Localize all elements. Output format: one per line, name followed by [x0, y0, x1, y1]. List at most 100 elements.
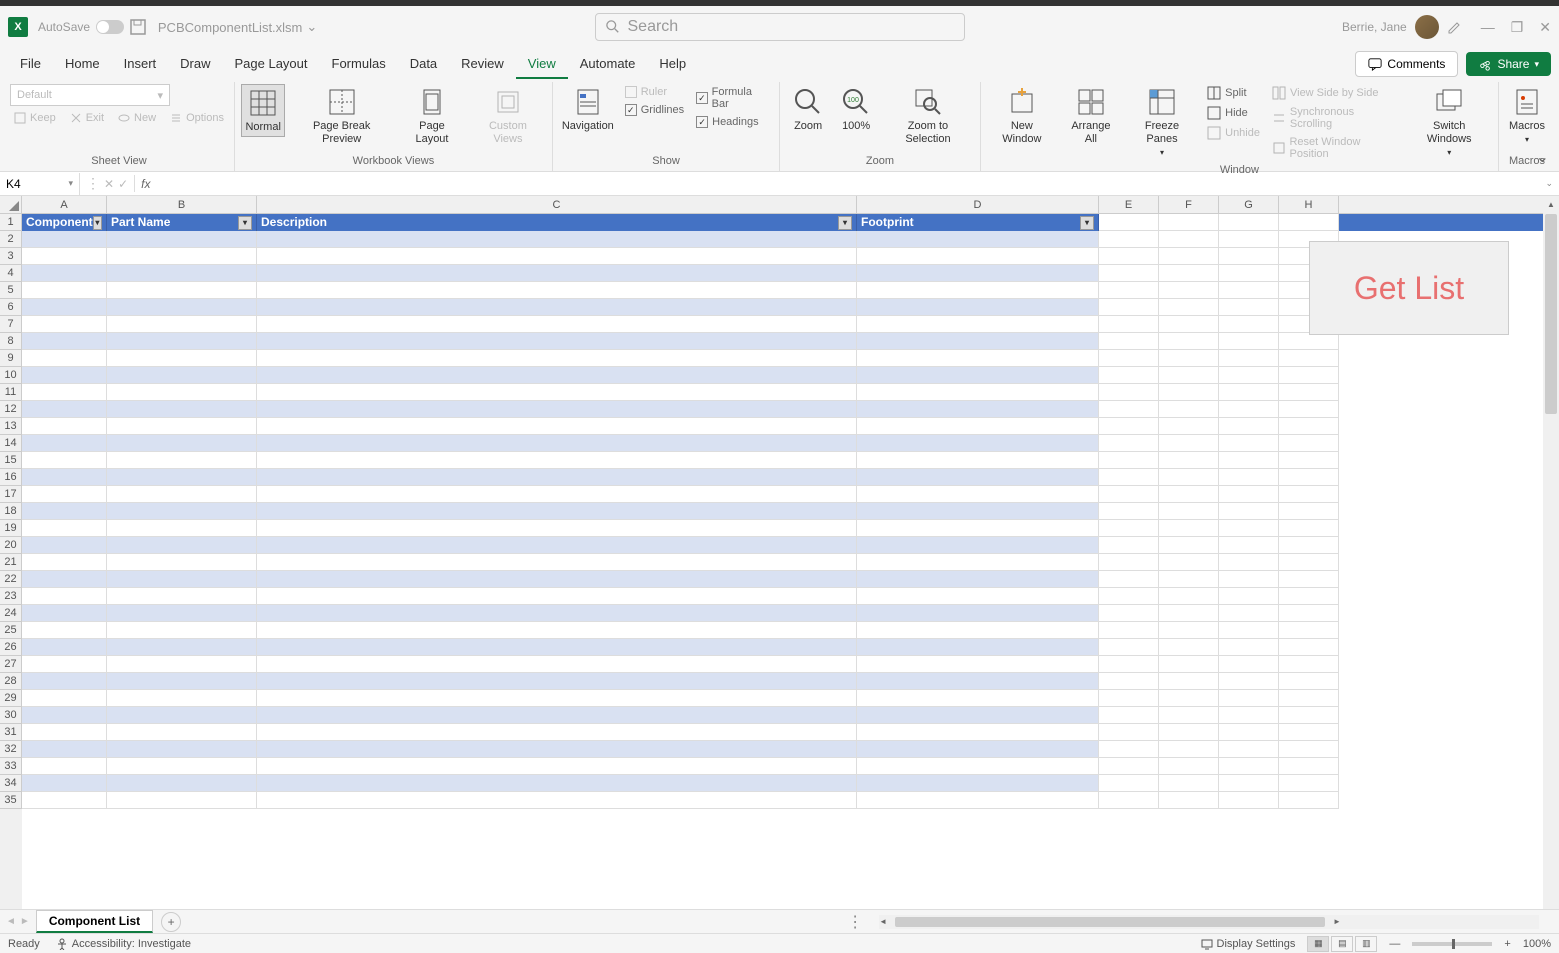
cell[interactable] [1159, 588, 1219, 605]
cell[interactable] [857, 605, 1099, 622]
filter-dropdown-icon[interactable]: ▾ [93, 216, 102, 230]
cell[interactable] [257, 792, 857, 809]
cell[interactable] [107, 571, 257, 588]
row-header[interactable]: 27 [0, 656, 22, 673]
cell[interactable] [1279, 571, 1339, 588]
cell[interactable] [257, 503, 857, 520]
cell[interactable] [1099, 571, 1159, 588]
cell[interactable] [107, 299, 257, 316]
row-header[interactable]: 6 [0, 299, 22, 316]
cell[interactable] [1159, 673, 1219, 690]
cell[interactable] [257, 758, 857, 775]
column-header-G[interactable]: G [1219, 196, 1279, 213]
cell[interactable] [257, 435, 857, 452]
share-button[interactable]: Share ▾ [1466, 52, 1551, 76]
cell[interactable] [107, 520, 257, 537]
cell[interactable] [1279, 418, 1339, 435]
cell[interactable] [857, 707, 1099, 724]
cell[interactable] [22, 639, 107, 656]
cell[interactable] [107, 588, 257, 605]
cell[interactable] [1219, 707, 1279, 724]
cell[interactable] [857, 333, 1099, 350]
row-header[interactable]: 20 [0, 537, 22, 554]
cell[interactable] [107, 486, 257, 503]
cell[interactable] [22, 384, 107, 401]
cell[interactable] [1099, 248, 1159, 265]
cell[interactable] [257, 775, 857, 792]
cell[interactable] [1099, 231, 1159, 248]
cell[interactable] [107, 231, 257, 248]
cell[interactable] [257, 673, 857, 690]
cell[interactable] [1279, 350, 1339, 367]
cell[interactable] [257, 418, 857, 435]
zoom-button[interactable]: Zoom [786, 84, 830, 135]
cell[interactable] [257, 690, 857, 707]
cell[interactable] [1099, 792, 1159, 809]
cell[interactable] [857, 316, 1099, 333]
cell[interactable] [1099, 758, 1159, 775]
cell[interactable] [107, 741, 257, 758]
cell[interactable] [1219, 265, 1279, 282]
column-header-A[interactable]: A [22, 196, 107, 213]
cell[interactable] [107, 248, 257, 265]
cell[interactable] [1099, 299, 1159, 316]
cell[interactable] [1099, 435, 1159, 452]
cell[interactable] [107, 503, 257, 520]
scroll-up-arrow[interactable]: ▲ [1543, 196, 1559, 212]
cell[interactable] [22, 758, 107, 775]
filter-dropdown-icon[interactable]: ▾ [838, 216, 852, 230]
cell[interactable] [1279, 435, 1339, 452]
cell[interactable] [1279, 401, 1339, 418]
cell[interactable] [107, 639, 257, 656]
cell[interactable] [1099, 707, 1159, 724]
cell[interactable] [1219, 656, 1279, 673]
user-info[interactable]: Berrie, Jane [1342, 15, 1439, 39]
filename[interactable]: PCBComponentList.xlsm ⌄ [158, 19, 317, 35]
cell[interactable] [1219, 435, 1279, 452]
normal-view-btn[interactable]: ▦ [1307, 936, 1329, 952]
cell[interactable] [1099, 503, 1159, 520]
cell[interactable] [1219, 571, 1279, 588]
cell[interactable] [857, 435, 1099, 452]
cell[interactable] [857, 350, 1099, 367]
cell[interactable] [22, 265, 107, 282]
row-header[interactable]: 17 [0, 486, 22, 503]
cell[interactable] [1099, 350, 1159, 367]
search-box[interactable]: Search [595, 13, 965, 41]
cell[interactable] [1219, 384, 1279, 401]
cell[interactable] [1099, 775, 1159, 792]
cell[interactable] [22, 282, 107, 299]
cell[interactable] [22, 554, 107, 571]
cell[interactable] [1099, 741, 1159, 758]
cell[interactable] [257, 401, 857, 418]
cell[interactable] [257, 537, 857, 554]
cell[interactable] [257, 333, 857, 350]
cell[interactable] [1279, 639, 1339, 656]
filter-dropdown-icon[interactable]: ▾ [1080, 216, 1094, 230]
cell[interactable] [857, 503, 1099, 520]
cell[interactable] [22, 435, 107, 452]
collapse-ribbon-chevron[interactable]: ⌄ [1536, 147, 1549, 167]
enter-icon[interactable]: ✓ [118, 177, 128, 191]
cell[interactable] [1159, 418, 1219, 435]
cell[interactable] [257, 622, 857, 639]
zoom-in-button[interactable]: + [1504, 938, 1510, 950]
row-header[interactable]: 23 [0, 588, 22, 605]
normal-view-button[interactable]: Normal [241, 84, 285, 137]
cell[interactable] [22, 537, 107, 554]
cell[interactable] [1099, 605, 1159, 622]
cell[interactable] [1099, 316, 1159, 333]
cell[interactable] [1279, 673, 1339, 690]
cell[interactable] [107, 537, 257, 554]
cell[interactable] [22, 316, 107, 333]
cell[interactable] [257, 588, 857, 605]
column-header-D[interactable]: D [857, 196, 1099, 213]
freeze-panes-button[interactable]: Freeze Panes▾ [1125, 84, 1199, 160]
cell[interactable] [107, 384, 257, 401]
cell[interactable] [1279, 367, 1339, 384]
cell[interactable] [257, 231, 857, 248]
page-layout-view-btn[interactable]: ▤ [1331, 936, 1353, 952]
cell[interactable] [1279, 656, 1339, 673]
cell[interactable] [1279, 503, 1339, 520]
cell[interactable] [107, 452, 257, 469]
